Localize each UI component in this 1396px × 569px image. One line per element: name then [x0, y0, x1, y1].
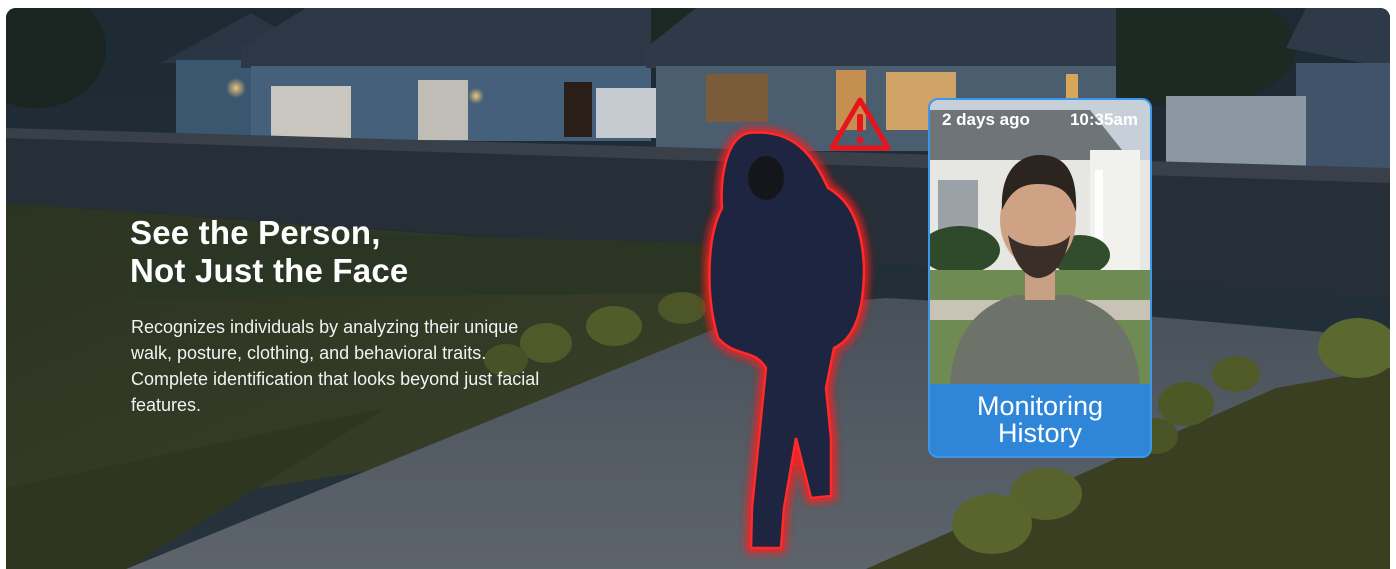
hero-title: See the Person, Not Just the Face [130, 214, 408, 290]
monitoring-history-label[interactable]: Monitoring History [930, 384, 1150, 456]
history-label-line2: History [997, 418, 1082, 448]
history-date: 2 days ago [942, 110, 1030, 129]
hero-title-line2: Not Just the Face [130, 252, 409, 289]
warning-triangle-icon [829, 97, 891, 151]
history-time: 10:35am [1069, 110, 1138, 129]
hero-title-line1: See the Person, [130, 214, 381, 251]
hero-banner: See the Person, Not Just the Face Recogn… [6, 8, 1390, 569]
hero-description: Recognizes individuals by analyzing thei… [131, 317, 540, 415]
monitoring-history-card[interactable]: 2 days ago 10:35am Monitoring History [928, 98, 1152, 458]
history-snapshot [930, 100, 1150, 384]
history-label-line1: Monitoring [976, 391, 1104, 421]
